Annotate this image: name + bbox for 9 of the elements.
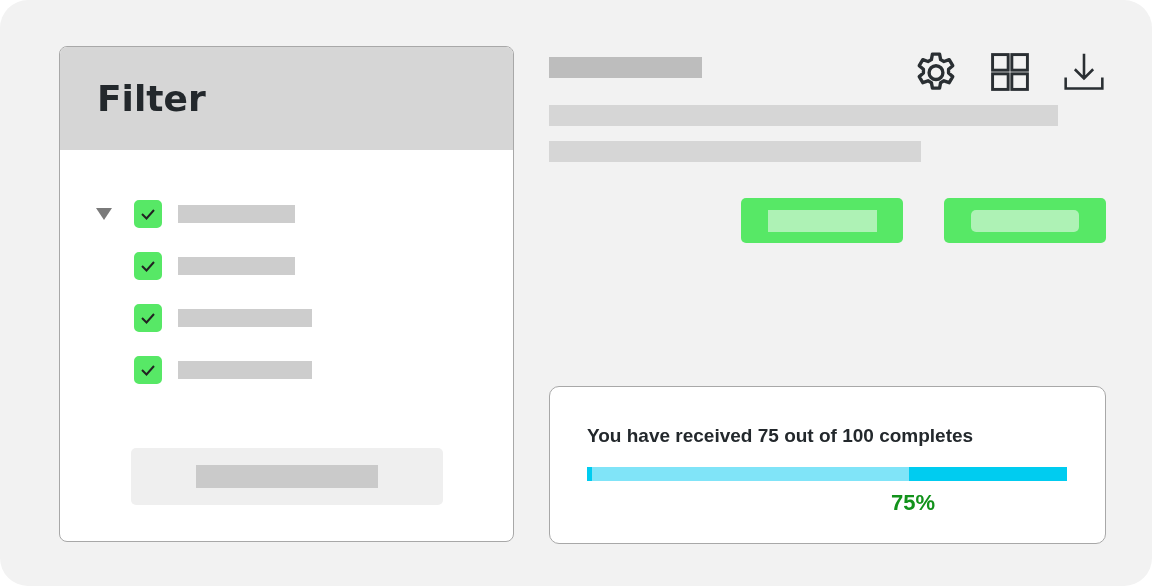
expand-toggle-icon[interactable] — [96, 208, 112, 220]
panel-title: Filter — [97, 78, 206, 119]
checkbox[interactable] — [134, 356, 162, 384]
progress-message: You have received 75 out of 100 completes — [587, 425, 974, 447]
progress-percent: 75% — [891, 490, 936, 516]
checkbox[interactable] — [134, 304, 162, 332]
checkbox[interactable] — [134, 200, 162, 228]
checkbox[interactable] — [134, 252, 162, 280]
grid-icon[interactable] — [988, 50, 1032, 94]
